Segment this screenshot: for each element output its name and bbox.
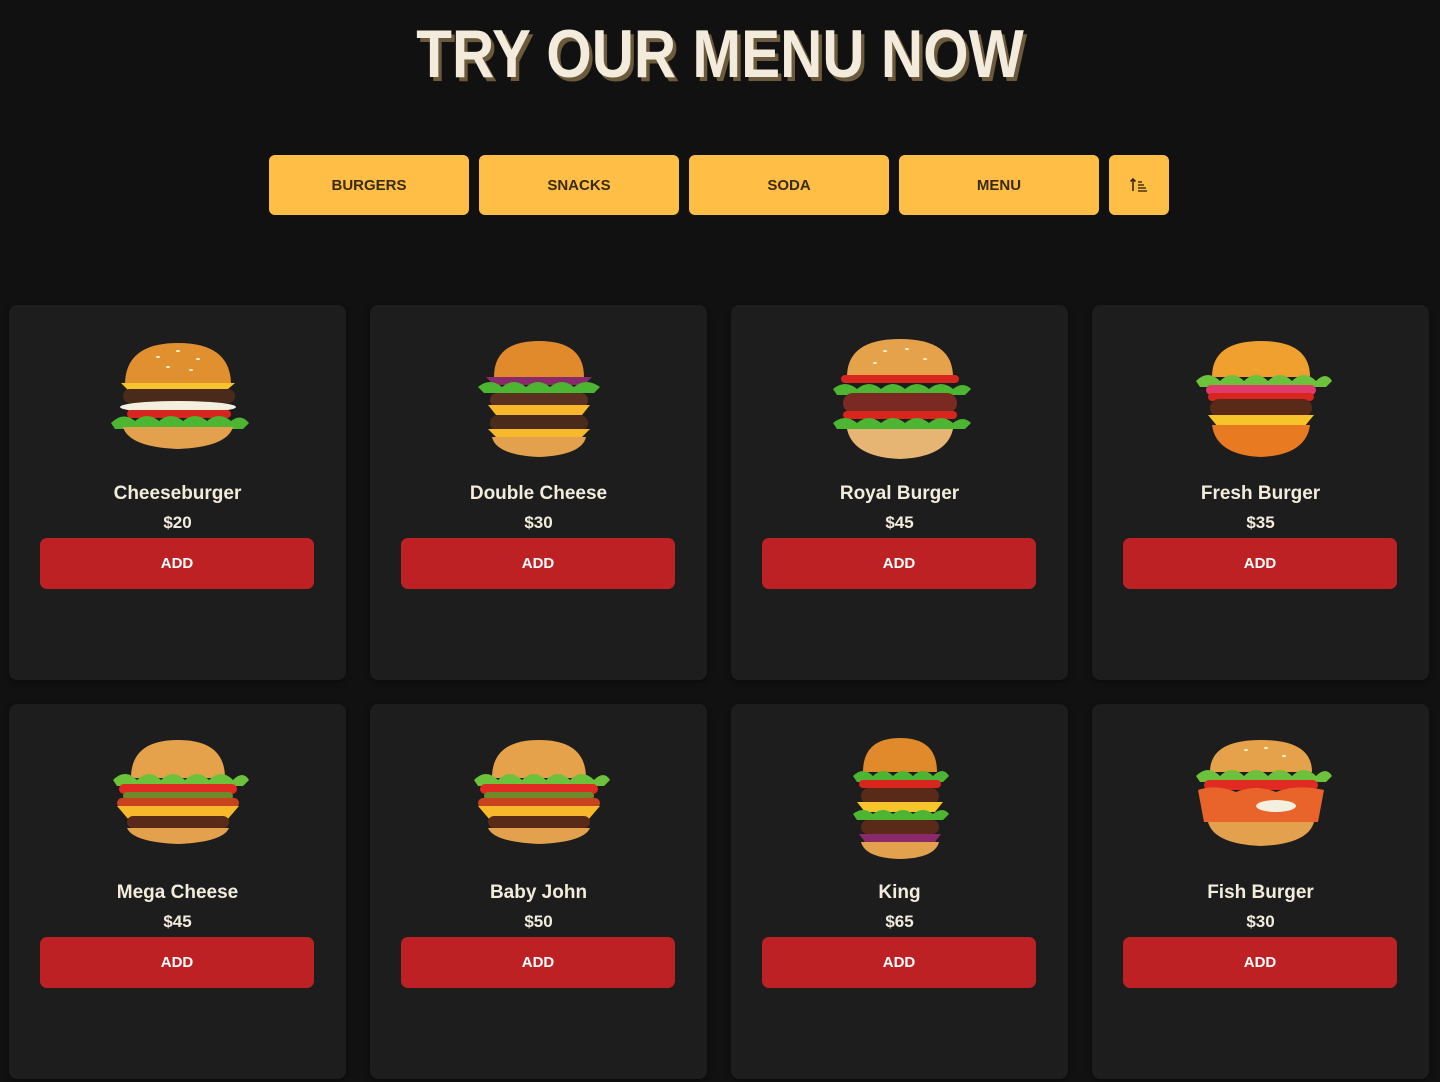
- sort-button[interactable]: [1109, 155, 1169, 215]
- add-to-cart-button[interactable]: ADD: [1123, 937, 1397, 988]
- item-name: Double Cheese: [469, 483, 608, 504]
- item-name: Fish Burger: [1207, 882, 1314, 903]
- category-filter-bar: BURGERS SNACKS SODA MENU: [269, 155, 1169, 215]
- royal-burger-image: [832, 339, 971, 459]
- item-price: $65: [885, 912, 914, 931]
- item-name: King: [878, 882, 921, 903]
- double-cheese-image: [477, 341, 600, 457]
- sort-ascending-icon: [1130, 177, 1147, 192]
- menu-card: Fresh Burger $35 ADD: [1092, 305, 1429, 680]
- menu-grid: Cheeseburger $20 ADD Double Cheese $30 A…: [9, 305, 1429, 1079]
- fish-burger-image: [1195, 740, 1332, 846]
- page-title: TRY OUR MENU NOW: [416, 16, 1024, 92]
- item-name: Cheeseburger: [113, 483, 242, 504]
- add-to-cart-button[interactable]: ADD: [40, 538, 314, 589]
- cheeseburger-image: [110, 343, 249, 449]
- filter-snacks-button[interactable]: SNACKS: [479, 155, 679, 215]
- item-price: $45: [885, 513, 914, 532]
- item-name: Fresh Burger: [1200, 483, 1321, 504]
- menu-card: Fish Burger $30 ADD: [1092, 704, 1429, 1079]
- add-to-cart-button[interactable]: ADD: [401, 538, 675, 589]
- item-price: $35: [1246, 513, 1275, 532]
- item-price: $20: [163, 513, 192, 532]
- filter-soda-button[interactable]: SODA: [689, 155, 889, 215]
- add-to-cart-button[interactable]: ADD: [40, 937, 314, 988]
- menu-card: Mega Cheese $45 ADD: [9, 704, 346, 1079]
- item-name: Baby John: [489, 882, 588, 903]
- menu-card: Double Cheese $30 ADD: [370, 305, 707, 680]
- king-burger-image: [852, 738, 949, 859]
- mega-cheese-image: [112, 740, 249, 844]
- menu-card: Cheeseburger $20 ADD: [9, 305, 346, 680]
- fresh-burger-image: [1195, 341, 1332, 457]
- add-to-cart-button[interactable]: ADD: [1123, 538, 1397, 589]
- item-name: Mega Cheese: [116, 882, 239, 903]
- item-price: $30: [1246, 912, 1275, 931]
- item-price: $50: [524, 912, 553, 931]
- add-to-cart-button[interactable]: ADD: [762, 538, 1036, 589]
- menu-card: King $65 ADD: [731, 704, 1068, 1079]
- item-price: $30: [524, 513, 553, 532]
- menu-card: Royal Burger $45 ADD: [731, 305, 1068, 680]
- add-to-cart-button[interactable]: ADD: [762, 937, 1036, 988]
- add-to-cart-button[interactable]: ADD: [401, 937, 675, 988]
- item-price: $45: [163, 912, 192, 931]
- item-name: Royal Burger: [839, 483, 960, 504]
- filter-menu-button[interactable]: MENU: [899, 155, 1099, 215]
- baby-john-image: [473, 740, 610, 844]
- menu-card: Baby John $50 ADD: [370, 704, 707, 1079]
- filter-burgers-button[interactable]: BURGERS: [269, 155, 469, 215]
